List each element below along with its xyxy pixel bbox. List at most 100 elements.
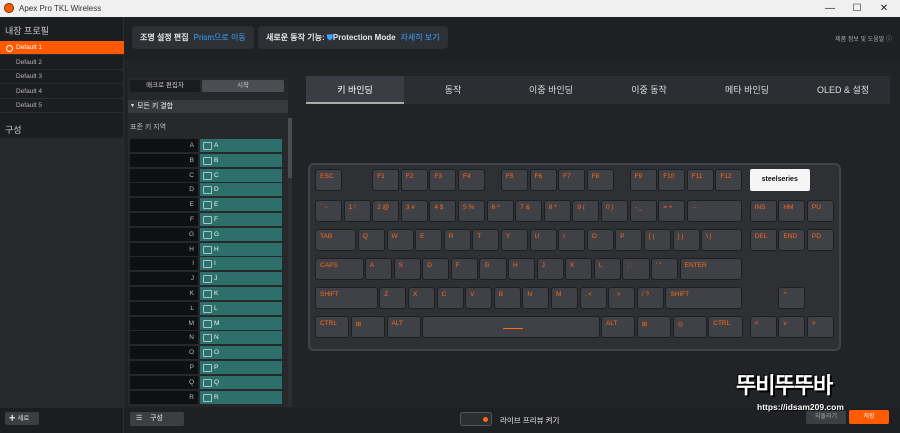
macro-key-row[interactable]: RR — [128, 390, 283, 404]
key-sym[interactable]: - _ — [629, 200, 657, 222]
key-f3[interactable]: F3 — [429, 169, 457, 191]
key-o[interactable]: O — [586, 229, 614, 251]
macro-key-row[interactable]: PP — [128, 361, 283, 374]
key-sym[interactable]: ^ — [778, 287, 806, 309]
macro-key-row[interactable]: AA — [128, 139, 283, 152]
key-sym[interactable]: = + — [658, 200, 686, 222]
tab-dual-actuation[interactable]: 이중 동작 — [600, 76, 698, 104]
macro-key-row[interactable]: FF — [128, 213, 283, 226]
key-q[interactable]: Q — [357, 229, 385, 251]
macro-key-row[interactable]: HH — [128, 242, 283, 256]
live-preview-toggle[interactable] — [460, 412, 492, 426]
close-button[interactable]: ✕ — [872, 1, 896, 16]
key-esc[interactable]: ESC — [315, 169, 343, 191]
profile-item[interactable]: Default 4 — [0, 85, 124, 99]
key-0[interactable]: 0 ) — [601, 200, 629, 222]
key-k[interactable]: K — [565, 258, 593, 280]
new-config-button[interactable]: ✚ 새로 — [5, 412, 39, 425]
key-f6[interactable]: F6 — [529, 169, 557, 191]
key-c[interactable]: C — [436, 287, 464, 309]
tab-key-binding[interactable]: 키 바인딩 — [306, 76, 404, 104]
key-7[interactable]: 7 & — [515, 200, 543, 222]
key-sym[interactable]: , < — [579, 287, 607, 309]
key-spacebar[interactable] — [422, 316, 600, 338]
key-l[interactable]: L — [593, 258, 621, 280]
key-8[interactable]: 8 * — [543, 200, 571, 222]
macro-key-row[interactable]: LL — [128, 301, 283, 315]
prism-link[interactable]: Prism으로 이동 — [194, 33, 246, 42]
key-sym[interactable]: ← — [686, 200, 743, 222]
macro-key-row[interactable]: BB — [128, 153, 283, 167]
macro-key-binding[interactable]: L — [200, 301, 282, 315]
key-h[interactable]: H — [508, 258, 536, 280]
macro-key-row[interactable]: JJ — [128, 272, 283, 286]
macro-key-binding[interactable]: A — [200, 139, 282, 152]
key-w[interactable]: W — [386, 229, 414, 251]
key-f4[interactable]: F4 — [458, 169, 486, 191]
key-e[interactable]: E — [415, 229, 443, 251]
key-b[interactable]: B — [493, 287, 521, 309]
save-button[interactable]: 저장 — [849, 410, 889, 424]
profile-item[interactable]: Default 5 — [0, 99, 124, 113]
key-v[interactable]: V — [465, 287, 493, 309]
macro-key-row[interactable]: QQ — [128, 375, 283, 389]
key-f[interactable]: F — [450, 258, 478, 280]
key-i[interactable]: I — [558, 229, 586, 251]
macro-key-row[interactable]: CC — [128, 168, 283, 182]
macro-key-binding[interactable]: C — [200, 168, 282, 182]
macro-key-row[interactable]: GG — [128, 227, 283, 241]
key-sym[interactable]: / ? — [636, 287, 664, 309]
key-2[interactable]: 2 @ — [372, 200, 400, 222]
key-sym[interactable]: ] } — [672, 229, 700, 251]
macro-key-row[interactable]: MM — [128, 316, 283, 330]
key-shift[interactable]: SHIFT — [665, 287, 743, 309]
revert-button[interactable]: 되돌리기 — [806, 410, 846, 424]
key-f2[interactable]: F2 — [400, 169, 428, 191]
macro-key-binding[interactable]: F — [200, 213, 282, 226]
key-sym[interactable]: ' " — [651, 258, 679, 280]
key-f10[interactable]: F10 — [658, 169, 686, 191]
key-f7[interactable]: F7 — [558, 169, 586, 191]
key-f5[interactable]: F5 — [500, 169, 528, 191]
key-del[interactable]: DEL — [749, 229, 777, 251]
key-f11[interactable]: F11 — [686, 169, 714, 191]
macro-key-row[interactable]: NN — [128, 331, 283, 345]
key-m[interactable]: M — [550, 287, 579, 309]
maximize-button[interactable]: ☐ — [845, 1, 869, 16]
macro-key-binding[interactable]: J — [200, 272, 282, 286]
key-sym[interactable]: ` ~ — [315, 200, 343, 222]
key-g[interactable]: G — [479, 258, 507, 280]
tab-macro-editor[interactable]: 매크로 편집자 — [130, 80, 200, 92]
key-tab[interactable]: TAB — [315, 229, 357, 251]
macro-key-binding[interactable]: R — [200, 390, 282, 404]
key-s[interactable]: S — [393, 258, 421, 280]
macro-key-binding[interactable]: G — [200, 227, 282, 241]
profile-item[interactable]: Default 3 — [0, 70, 124, 84]
macro-key-row[interactable]: OO — [128, 346, 283, 360]
key-6[interactable]: 6 ^ — [486, 200, 514, 222]
key-pu[interactable]: PU — [806, 200, 834, 222]
key-y[interactable]: Y — [500, 229, 528, 251]
key-sym[interactable]: [ { — [643, 229, 671, 251]
macro-key-row[interactable]: II — [128, 257, 283, 271]
key-p[interactable]: P — [615, 229, 643, 251]
key-f9[interactable]: F9 — [629, 169, 657, 191]
key-3[interactable]: 3 # — [400, 200, 428, 222]
minimize-button[interactable]: — — [818, 1, 842, 16]
key-sym[interactable]: ⊞ — [350, 316, 385, 338]
key-shift[interactable]: SHIFT — [315, 287, 378, 309]
macro-scrollbar[interactable] — [288, 118, 292, 408]
tab-dual-binding[interactable]: 이중 바인딩 — [502, 76, 600, 104]
key-pd[interactable]: PD — [806, 229, 834, 251]
key-sym[interactable]: ◎ — [672, 316, 707, 338]
key-alt[interactable]: ALT — [601, 316, 636, 338]
macro-key-binding[interactable]: P — [200, 361, 282, 374]
key-f12[interactable]: F12 — [715, 169, 743, 191]
key-x[interactable]: X — [407, 287, 436, 309]
macro-key-binding[interactable]: O — [200, 346, 282, 360]
macro-key-row[interactable]: KK — [128, 287, 283, 300]
all-keys-dropdown[interactable]: 모든 키 결합 — [128, 100, 288, 113]
macro-key-binding[interactable]: H — [200, 242, 282, 256]
key-hm[interactable]: HM — [778, 200, 806, 222]
macro-key-binding[interactable]: M — [200, 316, 282, 330]
